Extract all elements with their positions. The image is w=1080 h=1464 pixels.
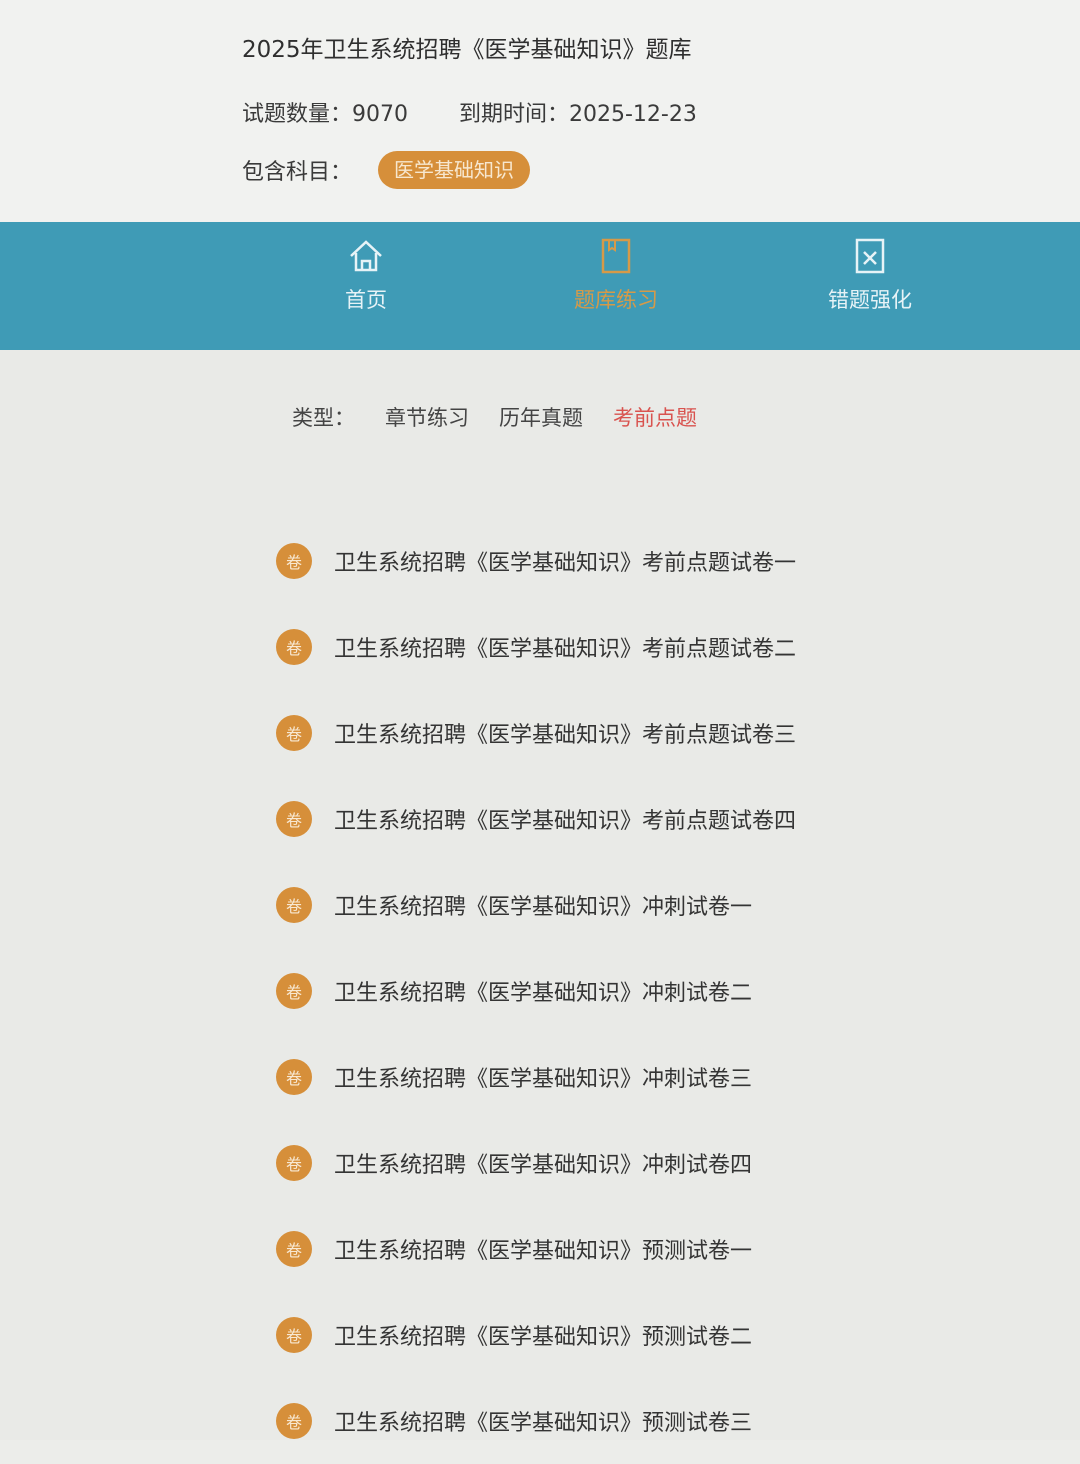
nav-wrong-label: 错题强化 xyxy=(828,288,912,312)
list-item[interactable]: 卷卫生系统招聘《医学基础知识》预测试卷三 xyxy=(276,1378,796,1464)
list-item[interactable]: 卷卫生系统招聘《医学基础知识》预测试卷二 xyxy=(276,1292,796,1378)
list-item[interactable]: 卷卫生系统招聘《医学基础知识》考前点题试卷四 xyxy=(276,776,796,862)
subject-badge[interactable]: 医学基础知识 xyxy=(378,151,531,189)
bank-header: 2025年卫生系统招聘《医学基础知识》题库 试题数量：9070 到期时间：202… xyxy=(0,0,1080,222)
question-count: 试题数量：9070 xyxy=(242,102,408,127)
type-past-exams[interactable]: 历年真题 xyxy=(499,402,583,432)
paper-icon: 卷 xyxy=(276,1403,312,1439)
exam-list: 卷卫生系统招聘《医学基础知识》考前点题试卷一 卷卫生系统招聘《医学基础知识》考前… xyxy=(276,518,796,1464)
nav-wrong-questions[interactable]: 错题强化 xyxy=(780,236,960,314)
paper-icon: 卷 xyxy=(276,801,312,837)
list-item[interactable]: 卷卫生系统招聘《医学基础知识》冲刺试卷四 xyxy=(276,1120,796,1206)
list-item[interactable]: 卷卫生系统招聘《医学基础知识》考前点题试卷三 xyxy=(276,690,796,776)
expire-date: 到期时间：2025-12-23 xyxy=(459,102,697,127)
main-nav: 首页 题库练习 错题强化 xyxy=(0,222,1080,350)
list-item-title[interactable]: 卫生系统招聘《医学基础知识》预测试卷三 xyxy=(334,1405,752,1437)
home-icon xyxy=(350,240,382,272)
type-label: 类型： xyxy=(292,406,355,430)
paper-icon: 卷 xyxy=(276,715,312,751)
paper-icon: 卷 xyxy=(276,1317,312,1353)
list-item[interactable]: 卷卫生系统招聘《医学基础知识》冲刺试卷二 xyxy=(276,948,796,1034)
list-item-title[interactable]: 卫生系统招聘《医学基础知识》冲刺试卷三 xyxy=(334,1061,752,1093)
nav-question-bank[interactable]: 题库练习 xyxy=(526,236,706,314)
subjects-row: 包含科目： 医学基础知识 xyxy=(242,150,531,190)
type-pre-exam[interactable]: 考前点题 xyxy=(613,402,697,432)
list-item-title[interactable]: 卫生系统招聘《医学基础知识》冲刺试卷一 xyxy=(334,889,752,921)
list-item-title[interactable]: 卫生系统招聘《医学基础知识》预测试卷二 xyxy=(334,1319,752,1351)
book-icon xyxy=(601,238,631,274)
type-chapter[interactable]: 章节练习 xyxy=(385,402,469,432)
list-item-title[interactable]: 卫生系统招聘《医学基础知识》考前点题试卷三 xyxy=(334,717,796,749)
list-item-title[interactable]: 卫生系统招聘《医学基础知识》考前点题试卷一 xyxy=(334,545,796,577)
list-item-title[interactable]: 卫生系统招聘《医学基础知识》考前点题试卷四 xyxy=(334,803,796,835)
list-item-title[interactable]: 卫生系统招聘《医学基础知识》冲刺试卷四 xyxy=(334,1147,752,1179)
list-item[interactable]: 卷卫生系统招聘《医学基础知识》考前点题试卷二 xyxy=(276,604,796,690)
bank-meta: 试题数量：9070 到期时间：2025-12-23 xyxy=(242,96,697,128)
paper-icon: 卷 xyxy=(276,543,312,579)
nav-home-label: 首页 xyxy=(345,288,387,312)
nav-home[interactable]: 首页 xyxy=(276,236,456,314)
error-sheet-icon xyxy=(855,238,885,274)
list-item-title[interactable]: 卫生系统招聘《医学基础知识》考前点题试卷二 xyxy=(334,631,796,663)
list-item[interactable]: 卷卫生系统招聘《医学基础知识》考前点题试卷一 xyxy=(276,518,796,604)
paper-icon: 卷 xyxy=(276,1231,312,1267)
paper-icon: 卷 xyxy=(276,887,312,923)
paper-icon: 卷 xyxy=(276,1059,312,1095)
list-item[interactable]: 卷卫生系统招聘《医学基础知识》预测试卷一 xyxy=(276,1206,796,1292)
paper-icon: 卷 xyxy=(276,1145,312,1181)
list-item-title[interactable]: 卫生系统招聘《医学基础知识》冲刺试卷二 xyxy=(334,975,752,1007)
paper-icon: 卷 xyxy=(276,973,312,1009)
nav-bank-label: 题库练习 xyxy=(574,288,658,312)
page-title: 2025年卫生系统招聘《医学基础知识》题库 xyxy=(242,37,692,63)
content-area: 类型： 章节练习 历年真题 考前点题 卷卫生系统招聘《医学基础知识》考前点题试卷… xyxy=(0,350,1080,1440)
type-filter: 类型： 章节练习 历年真题 考前点题 xyxy=(292,402,697,432)
paper-icon: 卷 xyxy=(276,629,312,665)
subjects-label: 包含科目： xyxy=(242,160,353,185)
list-item[interactable]: 卷卫生系统招聘《医学基础知识》冲刺试卷一 xyxy=(276,862,796,948)
list-item[interactable]: 卷卫生系统招聘《医学基础知识》冲刺试卷三 xyxy=(276,1034,796,1120)
list-item-title[interactable]: 卫生系统招聘《医学基础知识》预测试卷一 xyxy=(334,1233,752,1265)
